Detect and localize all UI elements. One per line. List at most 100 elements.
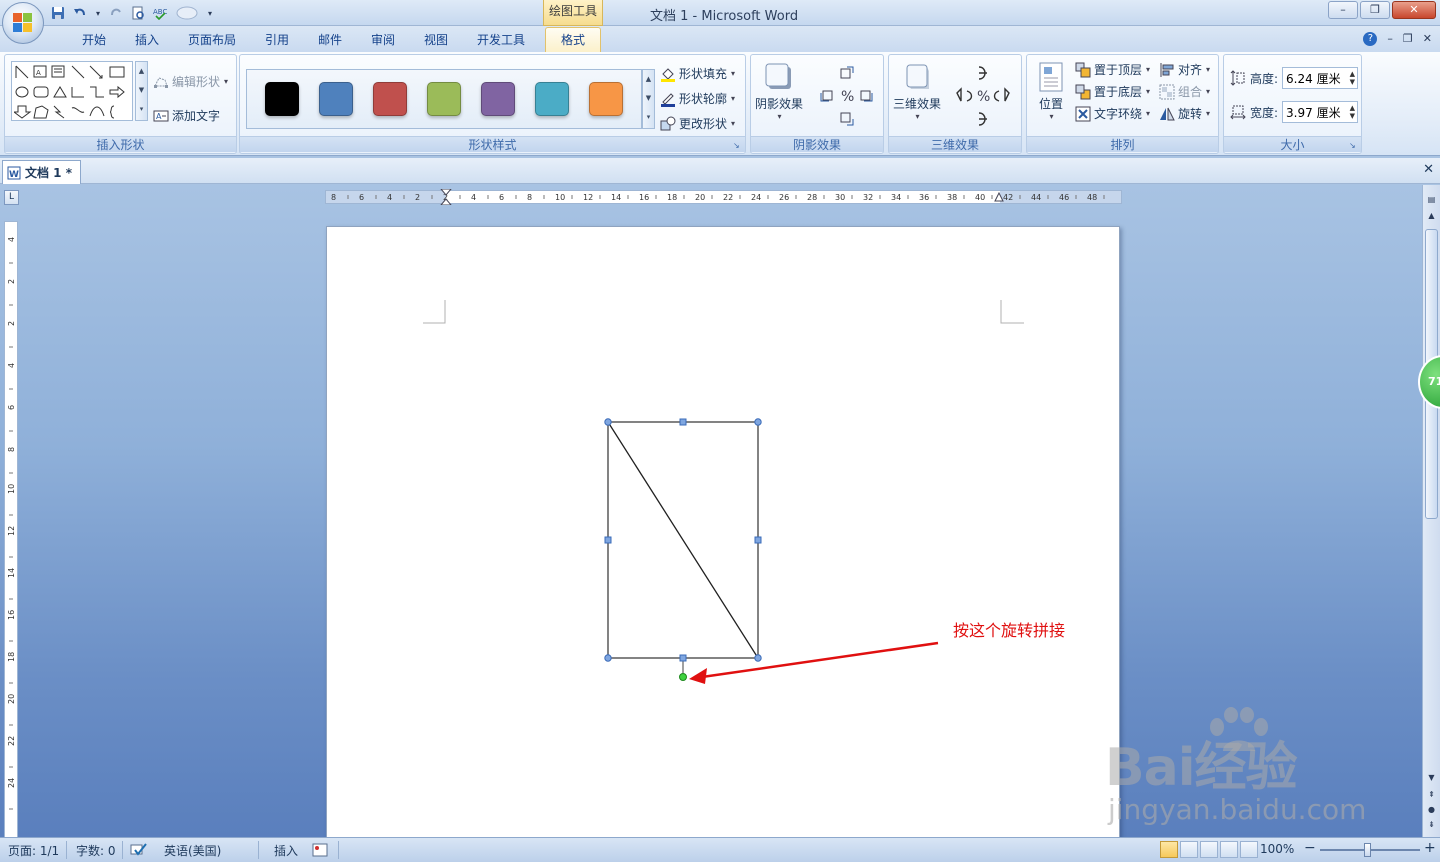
- scroll-down-button[interactable]: ▼: [1424, 771, 1439, 785]
- style-swatch-red[interactable]: [373, 82, 407, 116]
- right-indent-marker-icon[interactable]: [994, 191, 1004, 203]
- insert-mode[interactable]: 插入: [274, 842, 298, 859]
- style-swatch-purple[interactable]: [481, 82, 515, 116]
- vertical-ruler-number: 18: [7, 652, 16, 662]
- shape-outline-button[interactable]: 形状轮廓 ▾: [660, 90, 735, 107]
- height-spin-arrows-icon[interactable]: ▲ ▼: [1350, 70, 1355, 86]
- save-icon[interactable]: [50, 5, 66, 21]
- circle-tool-icon[interactable]: [174, 5, 200, 21]
- print-preview-icon[interactable]: [130, 5, 146, 21]
- document-close-icon[interactable]: ✕: [1423, 162, 1434, 177]
- edit-shape-button[interactable]: 编辑形状 ▾: [153, 73, 228, 90]
- document-tab[interactable]: W 文档 1 *: [2, 160, 81, 184]
- size-dialog-launcher-icon[interactable]: ↘: [1349, 141, 1359, 151]
- tab-review[interactable]: 审阅: [371, 31, 395, 48]
- office-button[interactable]: [2, 2, 44, 44]
- style-swatch-black[interactable]: [265, 82, 299, 116]
- outline-view-button[interactable]: [1220, 841, 1238, 858]
- tab-mailings[interactable]: 邮件: [318, 31, 342, 48]
- vertical-ruler[interactable]: 4 2 2 4 6 8 10 12 14 16 18 20 22 24: [4, 221, 18, 837]
- resize-handle-bottom-right[interactable]: [754, 654, 762, 662]
- ribbon-minimize-icon[interactable]: –: [1387, 32, 1393, 46]
- resize-handle-bottom-left[interactable]: [604, 654, 612, 662]
- 3d-effects-button[interactable]: 三维效果 ▾: [893, 61, 941, 121]
- undo-icon[interactable]: [72, 5, 88, 21]
- help-icon[interactable]: ?: [1363, 32, 1378, 46]
- tab-developer[interactable]: 开发工具: [477, 31, 525, 48]
- bring-to-front-button[interactable]: 置于顶层 ▾: [1075, 61, 1150, 78]
- resize-handle-top-left[interactable]: [604, 418, 612, 426]
- diagonal-line[interactable]: [607, 421, 759, 659]
- width-value: 3.97 厘米: [1286, 105, 1341, 120]
- change-shape-button[interactable]: 更改形状 ▾: [660, 115, 735, 132]
- 3d-tilt-icons[interactable]: %: [953, 63, 1019, 129]
- zoom-in-icon[interactable]: +: [1424, 840, 1436, 856]
- shapes-gallery-scroll[interactable]: ▲ ▼ ▾: [135, 61, 148, 121]
- zoom-out-icon[interactable]: −: [1304, 840, 1316, 856]
- page-count[interactable]: 页面: 1/1: [8, 842, 59, 859]
- ruler-toggle-icon[interactable]: ▤: [1424, 193, 1439, 207]
- web-layout-button[interactable]: [1200, 841, 1218, 858]
- previous-page-button[interactable]: ⇞: [1424, 788, 1439, 802]
- ribbon-close-icon[interactable]: ✕: [1423, 32, 1432, 46]
- group-button[interactable]: 组合 ▾: [1159, 83, 1210, 100]
- proofing-icon[interactable]: [130, 842, 148, 861]
- language-indicator[interactable]: 英语(美国): [164, 842, 221, 859]
- add-text-button[interactable]: A 添加文字: [153, 107, 220, 124]
- spelling-icon[interactable]: ABC: [152, 5, 168, 21]
- draft-view-button[interactable]: [1240, 841, 1258, 858]
- text-wrapping-button[interactable]: 文字环绕 ▾: [1075, 105, 1150, 122]
- restore-button[interactable]: ❐: [1360, 1, 1390, 19]
- macro-record-icon[interactable]: [312, 842, 328, 861]
- height-spinner[interactable]: 6.24 厘米 ▲ ▼: [1282, 67, 1359, 89]
- dropdown-arrow-icon[interactable]: ▾: [94, 5, 102, 21]
- resize-handle-top[interactable]: [679, 418, 687, 426]
- rotation-handle[interactable]: [679, 673, 687, 681]
- indent-marker-icon[interactable]: [440, 189, 452, 205]
- style-gallery-scroll[interactable]: ▲ ▼ ▾: [642, 69, 655, 129]
- send-to-back-button[interactable]: 置于底层 ▾: [1075, 83, 1150, 100]
- scroll-up-button[interactable]: ▲: [1424, 209, 1439, 223]
- tab-format[interactable]: 格式: [545, 27, 601, 53]
- style-swatch-orange[interactable]: [589, 82, 623, 116]
- customize-qat-icon[interactable]: ▾: [206, 5, 214, 21]
- position-button[interactable]: 位置 ▾: [1035, 61, 1067, 121]
- style-swatch-blue[interactable]: [319, 82, 353, 116]
- width-spinner[interactable]: 3.97 厘米 ▲ ▼: [1282, 101, 1359, 123]
- zoom-level[interactable]: 100%: [1260, 842, 1294, 856]
- ribbon-restore-icon[interactable]: ❐: [1403, 32, 1413, 46]
- browse-object-button[interactable]: ●: [1424, 803, 1439, 817]
- tab-home[interactable]: 开始: [82, 31, 106, 48]
- minimize-button[interactable]: –: [1328, 1, 1358, 19]
- resize-handle-right[interactable]: [754, 536, 762, 544]
- style-swatch-green[interactable]: [427, 82, 461, 116]
- tab-references[interactable]: 引用: [265, 31, 289, 48]
- print-layout-view-button[interactable]: [1160, 841, 1178, 858]
- word-count[interactable]: 字数: 0: [76, 842, 116, 859]
- style-swatch-aqua[interactable]: [535, 82, 569, 116]
- selected-shape[interactable]: [604, 418, 762, 681]
- tab-insert[interactable]: 插入: [135, 31, 159, 48]
- tab-view[interactable]: 视图: [424, 31, 448, 48]
- width-spin-arrows-icon[interactable]: ▲ ▼: [1350, 104, 1355, 120]
- horizontal-ruler[interactable]: 8 6 4 2 2 4 6 8 10 12 14 16 18 20 22 24 26 28 30 32 34 36 38 40…: [325, 189, 1122, 205]
- shadow-nudge-icons[interactable]: %: [817, 63, 877, 129]
- full-screen-reading-button[interactable]: [1180, 841, 1198, 858]
- tab-page-layout[interactable]: 页面布局: [188, 31, 236, 48]
- tab-stop-selector[interactable]: L: [4, 190, 19, 205]
- shapes-gallery[interactable]: A: [11, 61, 133, 121]
- resize-handle-top-right[interactable]: [754, 418, 762, 426]
- shape-fill-button[interactable]: 形状填充 ▾: [660, 65, 735, 82]
- shadow-effects-button[interactable]: 阴影效果 ▾: [755, 61, 803, 121]
- close-button[interactable]: ✕: [1392, 1, 1436, 19]
- document-page[interactable]: 按这个旋转拼接: [326, 226, 1120, 837]
- redo-icon[interactable]: [108, 5, 124, 21]
- shape-styles-dialog-launcher-icon[interactable]: ↘: [733, 141, 743, 151]
- next-page-button[interactable]: ⇟: [1424, 818, 1439, 832]
- zoom-slider-thumb[interactable]: [1364, 843, 1371, 857]
- resize-handle-left[interactable]: [604, 536, 612, 544]
- vertical-scrollbar[interactable]: ▤ ▲ ▼ ⇞ ● ⇟: [1422, 185, 1440, 837]
- rotate-button[interactable]: 旋转 ▾: [1159, 105, 1210, 122]
- resize-handle-bottom[interactable]: [679, 654, 687, 662]
- align-button[interactable]: 对齐 ▾: [1159, 61, 1210, 78]
